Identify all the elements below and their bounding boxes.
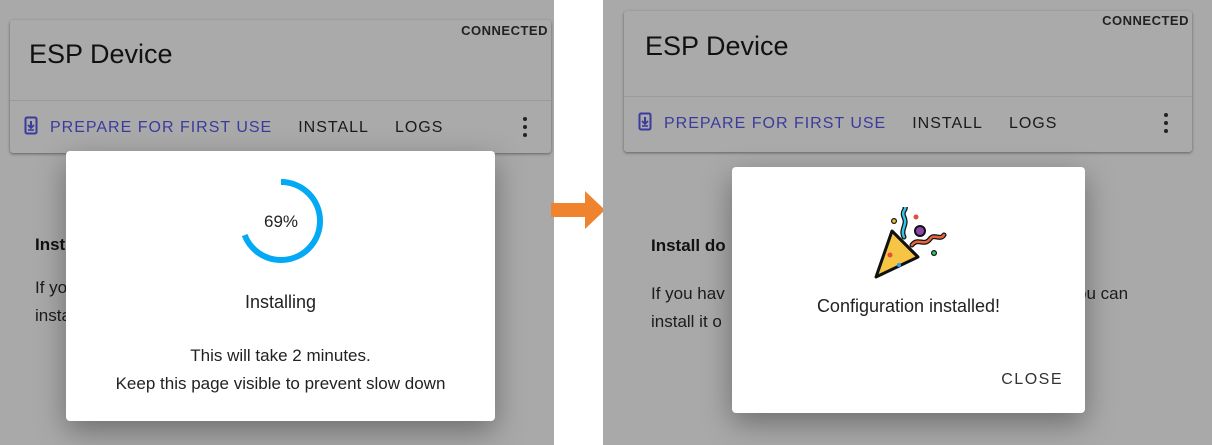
logs-button[interactable]: LOGS xyxy=(395,119,443,137)
more-options-icon[interactable] xyxy=(513,115,537,141)
panel-installing: CONNECTED ESP Device PREPARE FOR FIRST U… xyxy=(0,0,554,445)
device-install-icon xyxy=(638,112,652,136)
status-badge: CONNECTED xyxy=(461,23,548,38)
device-title: ESP Device xyxy=(645,31,789,61)
prepare-first-use-label: PREPARE FOR FIRST USE xyxy=(50,119,273,136)
install-button[interactable]: INSTALL xyxy=(298,119,369,137)
card-actions: PREPARE FOR FIRST USE INSTALL LOGS xyxy=(638,109,1178,139)
page-heading: Install do xyxy=(651,236,726,255)
card-actions: PREPARE FOR FIRST USE INSTALL LOGS xyxy=(24,113,537,143)
party-popper-icon xyxy=(874,207,947,279)
page-paragraph-fragment: If you hav xyxy=(651,284,725,303)
prepare-first-use-button[interactable]: PREPARE FOR FIRST USE xyxy=(24,116,272,140)
page-heading: Inst xyxy=(35,235,66,254)
install-complete-message: Configuration installed! xyxy=(816,296,1001,316)
device-card: CONNECTED ESP Device PREPARE FOR FIRST U… xyxy=(624,11,1192,152)
logs-button[interactable]: LOGS xyxy=(1009,115,1057,133)
prepare-first-use-button[interactable]: PREPARE FOR FIRST USE xyxy=(638,112,886,136)
more-options-icon[interactable] xyxy=(1154,111,1178,137)
close-button[interactable]: CLOSE xyxy=(1001,371,1063,389)
progress-percent-label: 69% xyxy=(263,212,299,231)
installing-dialog: 69% Installing This will take 2 minutes.… xyxy=(66,151,495,421)
panel-installed: CONNECTED ESP Device PREPARE FOR FIRST U… xyxy=(603,0,1212,445)
install-complete-dialog: Configuration installed! CLOSE xyxy=(732,167,1085,413)
install-note-line: Keep this page visible to prevent slow d… xyxy=(115,374,446,393)
device-install-icon xyxy=(24,116,38,140)
install-note: This will take 2 minutes. Keep this page… xyxy=(66,342,495,398)
device-title: ESP Device xyxy=(29,39,173,69)
install-status-text: Installing xyxy=(244,292,317,312)
status-badge: CONNECTED xyxy=(1102,13,1189,28)
install-button[interactable]: INSTALL xyxy=(912,115,983,133)
card-divider xyxy=(10,100,551,101)
transition-arrow-icon xyxy=(551,191,605,229)
device-card: CONNECTED ESP Device PREPARE FOR FIRST U… xyxy=(10,20,551,153)
install-note-line: This will take 2 minutes. xyxy=(190,346,371,365)
prepare-first-use-label: PREPARE FOR FIRST USE xyxy=(664,115,887,132)
card-divider xyxy=(624,96,1192,97)
